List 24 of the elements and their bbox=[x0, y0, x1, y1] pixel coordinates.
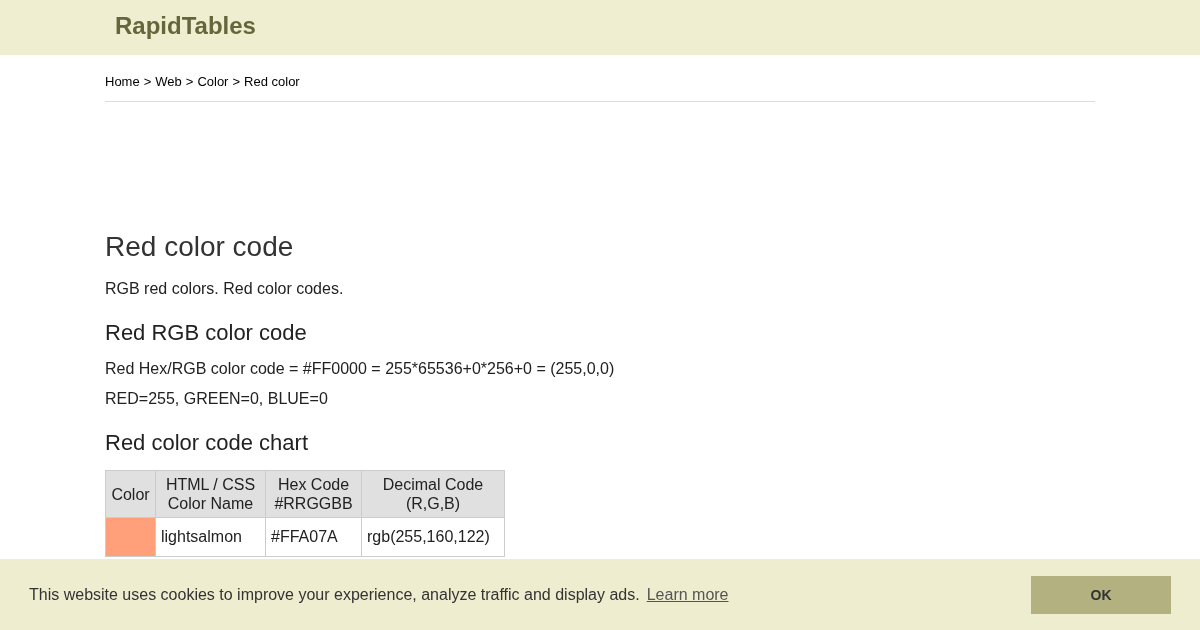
breadcrumb-separator: > bbox=[185, 74, 194, 89]
learn-more-link[interactable]: Learn more bbox=[646, 585, 729, 604]
section-heading: Red color code chart bbox=[105, 430, 309, 457]
breadcrumb-separator: > bbox=[232, 74, 241, 89]
breadcrumb-link[interactable]: Web bbox=[155, 74, 182, 89]
body-text: RED=255, GREEN=0, BLUE=0 bbox=[105, 390, 329, 408]
site-logo[interactable]: RapidTables bbox=[115, 12, 256, 40]
table-cell: #FFA07A bbox=[265, 517, 362, 557]
body-text: Red Hex/RGB color code = #FF0000 = 255*65536+0*256+0 = (255,0,0) bbox=[105, 360, 616, 378]
column-header: Hex Code #RRGGBB bbox=[265, 470, 362, 518]
cookie-message: This website uses cookies to improve your experience, analyze traffic and display ads. bbox=[29, 585, 640, 604]
breadcrumb-link[interactable]: Color bbox=[197, 74, 229, 89]
section-heading: Red RGB color code bbox=[105, 319, 308, 346]
ok-button[interactable]: OK bbox=[1031, 575, 1171, 614]
column-header: Color bbox=[105, 470, 156, 518]
column-header: Decimal Code (R,G,B) bbox=[361, 470, 505, 518]
table-cell: rgb(255,160,122) bbox=[361, 517, 505, 557]
table-cell: lightsalmon bbox=[155, 517, 266, 557]
page-title: Red color code bbox=[105, 230, 295, 264]
breadcrumb-link[interactable]: Home bbox=[105, 74, 140, 89]
breadcrumb-current: Red color bbox=[244, 74, 300, 89]
column-header: HTML / CSS Color Name bbox=[155, 470, 266, 518]
intro-text: RGB red colors. Red color codes. bbox=[105, 279, 345, 298]
breadcrumb-separator: > bbox=[143, 74, 152, 89]
